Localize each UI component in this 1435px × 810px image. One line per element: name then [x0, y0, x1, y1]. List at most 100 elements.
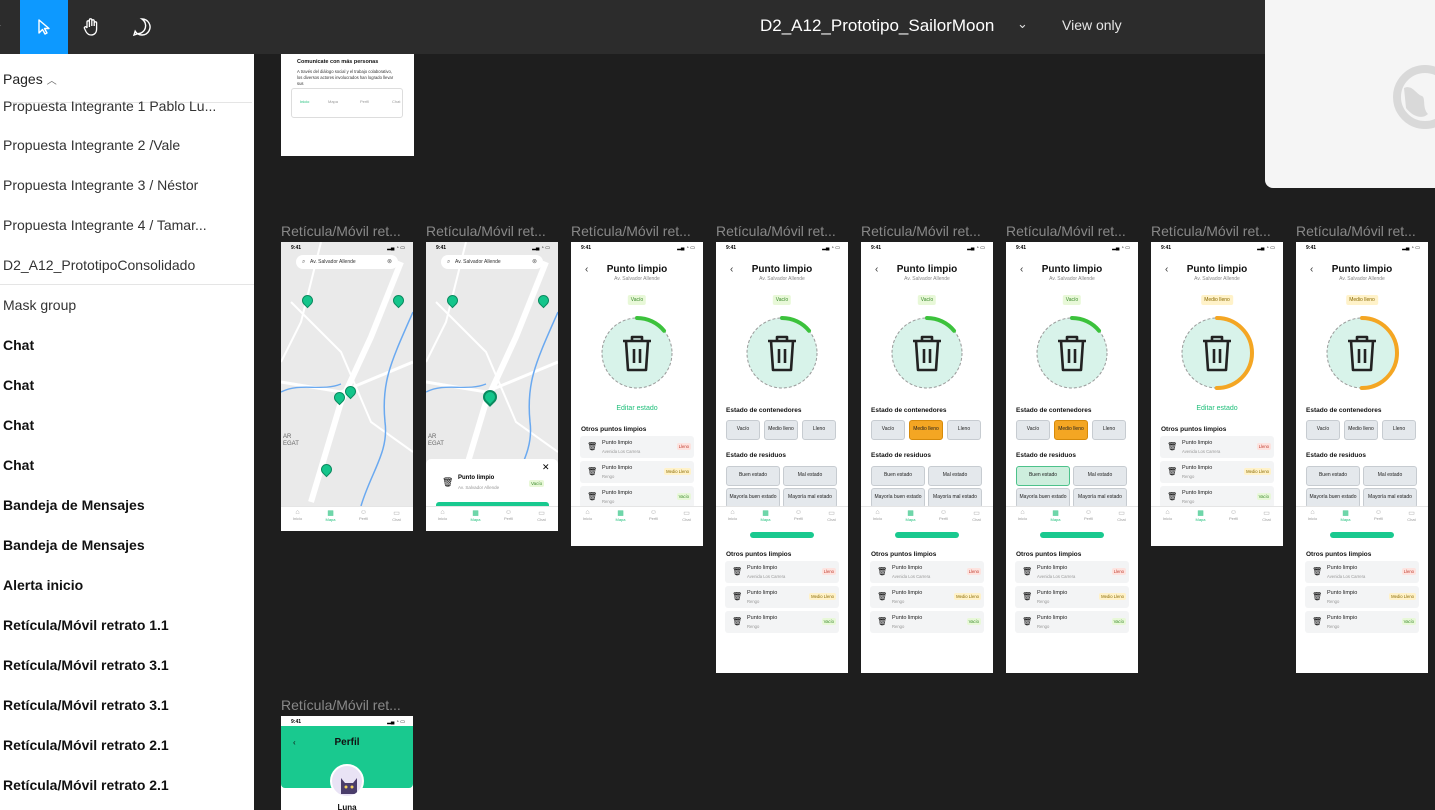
clear-icon[interactable]: ⊗: [387, 258, 392, 265]
save-button[interactable]: [750, 532, 814, 538]
nav-chat[interactable]: ▭ Chat: [960, 509, 993, 522]
clear-icon[interactable]: ⊗: [532, 258, 537, 265]
other-point-card[interactable]: 🗑 Punto limpio Rengo Vacío: [1305, 611, 1419, 633]
page-item-integrante-1[interactable]: Propuesta Integrante 1 Pablo Lu...: [3, 98, 233, 114]
layer-item[interactable]: Chat: [3, 377, 233, 393]
nav-chat[interactable]: ▭ Chat: [670, 509, 703, 522]
container-option-medio[interactable]: Medio lleno: [764, 420, 798, 440]
nav-profile[interactable]: ☺ Perfil: [1072, 509, 1105, 521]
nav-profile[interactable]: ☺ Perfil: [347, 509, 380, 521]
punto-limpio-frame[interactable]: 9:41 ▂▄ ◔ ▭ ‹ Punto limpio Av. Salvador Alle…: [716, 242, 848, 673]
other-point-card[interactable]: 🗑 Punto limpio Rengo Medio Lleno: [1160, 461, 1274, 483]
nav-profile[interactable]: ☺ Perfil: [782, 509, 815, 521]
map-background[interactable]: [281, 242, 413, 507]
waste-option-mmal[interactable]: Mayoría mal estado: [1073, 488, 1127, 508]
waste-option-mbuen[interactable]: Mayoría buen estado: [1016, 488, 1070, 508]
nav-map[interactable]: ▦ Mapa: [314, 509, 347, 522]
save-button[interactable]: [1330, 532, 1394, 538]
move-tool-button[interactable]: [20, 0, 68, 54]
file-menu-chevron-icon[interactable]: ⌄: [1017, 16, 1028, 32]
nav-chat[interactable]: ▭ Chat: [815, 509, 848, 522]
nav-map[interactable]: ▦ Mapa: [1039, 509, 1072, 522]
hand-tool-button[interactable]: [68, 0, 116, 54]
waste-option-mal[interactable]: Mal estado: [1363, 466, 1417, 486]
main-menu-button[interactable]: [0, 0, 20, 54]
nav-map[interactable]: ▦ Mapa: [894, 509, 927, 522]
other-point-card[interactable]: 🗑 Punto limpio Avenida Los Carrera Lleno: [1160, 436, 1274, 458]
other-point-card[interactable]: 🗑 Punto limpio Avenida Los Carrera Lleno: [1305, 561, 1419, 583]
container-option-medio[interactable]: Medio lleno: [1344, 420, 1378, 440]
other-point-card[interactable]: 🗑 Punto limpio Avenida Los Carrera Lleno: [870, 561, 984, 583]
waste-option-buen[interactable]: Buen estado: [1016, 466, 1070, 486]
nav-home[interactable]: ⌂ Inicio: [1151, 509, 1184, 521]
waste-option-mbuen[interactable]: Mayoría buen estado: [1306, 488, 1360, 508]
nav-chat[interactable]: ▭ Chat: [380, 509, 413, 522]
nav-home[interactable]: ⌂ Inicio: [1006, 509, 1039, 521]
nav-home[interactable]: ⌂ Inicio: [861, 509, 894, 521]
nav-home[interactable]: ⌂ Inicio: [716, 509, 749, 521]
other-point-card[interactable]: 🗑 Punto limpio Rengo Medio Lleno: [725, 586, 839, 608]
other-point-card[interactable]: 🗑 Punto limpio Rengo Vacío: [870, 611, 984, 633]
nav-profile[interactable]: ☺ Perfil: [927, 509, 960, 521]
frame-label[interactable]: Retícula/Móvil ret...: [571, 223, 701, 239]
other-point-card[interactable]: 🗑 Punto limpio Avenida Los Carrera Lleno: [725, 561, 839, 583]
save-button[interactable]: [1040, 532, 1104, 538]
view-only-label[interactable]: View only: [1062, 17, 1122, 33]
nav-map[interactable]: ▦ Mapa: [1184, 509, 1217, 522]
layer-item[interactable]: Retícula/Móvil retrato 2.1: [3, 777, 233, 793]
layer-item[interactable]: Chat: [3, 337, 233, 353]
nav-profile[interactable]: ☺ Perfil: [492, 509, 525, 521]
other-point-card[interactable]: 🗑 Punto limpio Rengo Vacío: [1015, 611, 1129, 633]
map-search-input[interactable]: Av. Salvador Allende: [441, 255, 543, 269]
frame-label[interactable]: Retícula/Móvil ret...: [281, 223, 411, 239]
other-point-card[interactable]: 🗑 Punto limpio Rengo Vacío: [725, 611, 839, 633]
other-point-card[interactable]: 🗑 Punto limpio Rengo Medio Lleno: [1015, 586, 1129, 608]
other-point-card[interactable]: 🗑 Punto limpio Rengo Vacío: [580, 486, 694, 508]
other-point-card[interactable]: 🗑 Punto limpio Avenida Los Carrera Lleno: [580, 436, 694, 458]
close-icon[interactable]: ✕: [542, 462, 550, 473]
nav-home[interactable]: ⌂ Inicio: [281, 509, 314, 521]
frame-label[interactable]: Retícula/Móvil ret...: [716, 223, 846, 239]
frame-label[interactable]: Retícula/Móvil ret...: [1296, 223, 1426, 239]
layer-item[interactable]: Retícula/Móvil retrato 3.1: [3, 657, 233, 673]
nav-home[interactable]: ⌂ Inicio: [426, 509, 459, 521]
page-item-consolidado[interactable]: D2_A12_PrototipoConsolidado: [3, 257, 233, 273]
punto-limpio-frame[interactable]: 9:41 ▂▄ ◔ ▭ ‹ Punto limpio Av. Salvador Alle…: [861, 242, 993, 673]
frame-label[interactable]: Retícula/Móvil ret...: [1006, 223, 1136, 239]
container-option-medio[interactable]: Medio lleno: [1054, 420, 1088, 440]
layer-item[interactable]: Bandeja de Mensajes: [3, 497, 233, 513]
waste-option-mal[interactable]: Mal estado: [783, 466, 837, 486]
waste-option-mal[interactable]: Mal estado: [928, 466, 982, 486]
layer-item[interactable]: Retícula/Móvil retrato 2.1: [3, 737, 233, 753]
waste-option-mmal[interactable]: Mayoría mal estado: [928, 488, 982, 508]
layer-item[interactable]: Alerta inicio: [3, 577, 233, 593]
layer-item[interactable]: Bandeja de Mensajes: [3, 537, 233, 553]
nav-map[interactable]: ▦ Mapa: [459, 509, 492, 522]
perfil-frame[interactable]: 9:41 ▂▄ ◔ ▭ ‹ Perfil Luna: [281, 716, 413, 810]
nav-chat[interactable]: ▭ Chat: [525, 509, 558, 522]
page-item-integrante-4[interactable]: Propuesta Integrante 4 / Tamar...: [3, 217, 233, 233]
waste-option-mmal[interactable]: Mayoría mal estado: [783, 488, 837, 508]
nav-profile[interactable]: ☺ Perfil: [1217, 509, 1250, 521]
container-option-medio[interactable]: Medio lleno: [909, 420, 943, 440]
container-option-vacio[interactable]: Vacío: [1306, 420, 1340, 440]
nav-chat[interactable]: ▭ Chat: [1105, 509, 1138, 522]
nav-profile[interactable]: ☺ Perfil: [1362, 509, 1395, 521]
container-option-vacio[interactable]: Vacío: [871, 420, 905, 440]
frame-mini-top[interactable]: Comunicate con más personas A través del…: [281, 54, 414, 156]
frame-label[interactable]: Retícula/Móvil ret...: [281, 697, 411, 713]
nav-profile[interactable]: ☺ Perfil: [637, 509, 670, 521]
page-item-integrante-3[interactable]: Propuesta Integrante 3 / Néstor: [3, 177, 233, 193]
waste-option-buen[interactable]: Buen estado: [1306, 466, 1360, 486]
container-option-lleno[interactable]: Lleno: [1092, 420, 1126, 440]
waste-option-buen[interactable]: Buen estado: [871, 466, 925, 486]
frame-label[interactable]: Retícula/Móvil ret...: [861, 223, 991, 239]
waste-option-mal[interactable]: Mal estado: [1073, 466, 1127, 486]
punto-limpio-frame[interactable]: 9:41 ▂▄ ◔ ▭ ‹ Punto limpio Av. Salvador Alle…: [571, 242, 703, 546]
frame-label[interactable]: Retícula/Móvil ret...: [1151, 223, 1281, 239]
page-item-integrante-2[interactable]: Propuesta Integrante 2 /Vale: [3, 137, 233, 153]
file-title[interactable]: D2_A12_Prototipo_SailorMoon: [760, 16, 994, 36]
nav-map[interactable]: ▦ Mapa: [749, 509, 782, 522]
punto-limpio-frame[interactable]: 9:41 ▂▄ ◔ ▭ ‹ Punto limpio Av. Salvador Alle…: [1006, 242, 1138, 673]
other-point-card[interactable]: 🗑 Punto limpio Rengo Vacío: [1160, 486, 1274, 508]
